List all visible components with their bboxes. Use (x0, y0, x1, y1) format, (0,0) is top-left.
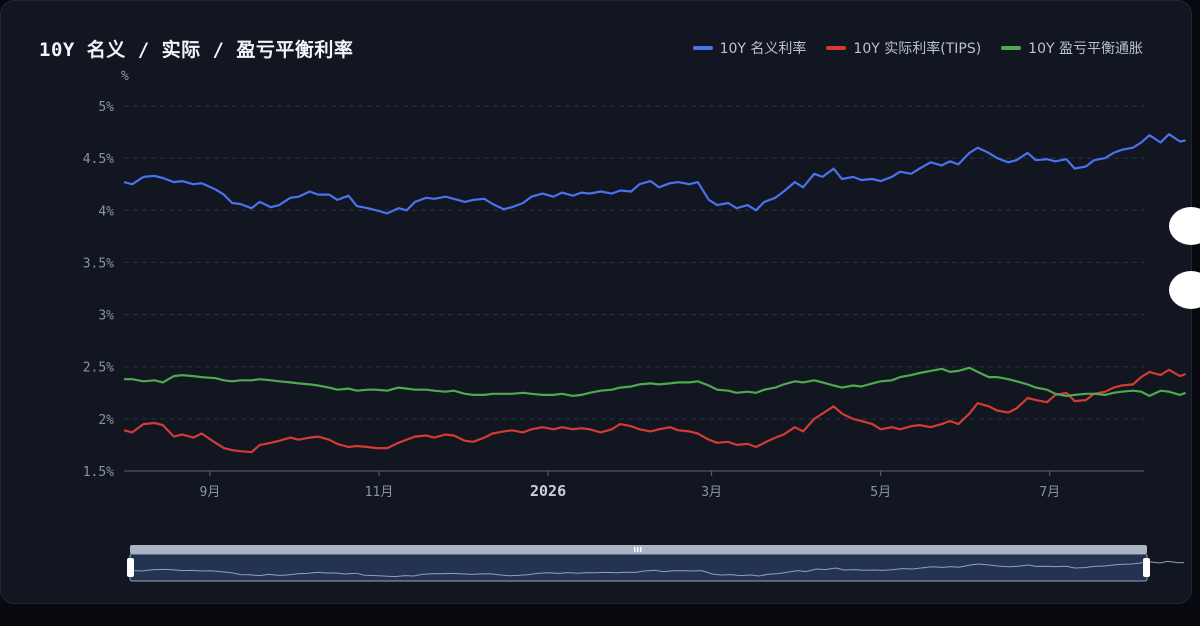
y-tick-label: 5% (98, 100, 114, 115)
y-tick-label: 4% (98, 204, 114, 219)
y-tick-label: 3.5% (83, 256, 114, 271)
y-tick-label: 2.5% (83, 361, 114, 376)
y-tick-label: 2% (98, 413, 114, 428)
series-layer (123, 133, 1186, 454)
grid-layer (124, 105, 1144, 472)
line-chart[interactable]: % 1.5% 2% 2.5% 3% 3.5% 4% 4.5% 5% 9月 11月 2026 3月 5月… (1, 1, 1191, 603)
x-tick-label: 2026 (530, 482, 566, 500)
x-tick-label: 3月 (701, 485, 722, 500)
x-axis-ticks: 9月 11月 2026 3月 5月 7月 (200, 471, 1060, 500)
chart-card: 10Y 名义 / 实际 / 盈亏平衡利率 10Y 名义利率 10Y 实际利率(T… (0, 0, 1200, 604)
slider-handle-right[interactable] (1143, 558, 1150, 577)
slider-grip-icon (634, 547, 642, 552)
slider-track (129, 553, 1148, 582)
slider-handle-left[interactable] (127, 558, 134, 577)
y-tick-label: 4.5% (83, 152, 114, 167)
y-tick-label: 1.5% (83, 465, 114, 480)
y-axis-unit-label: % (121, 69, 129, 84)
y-axis-ticks: 1.5% 2% 2.5% 3% 3.5% 4% 4.5% 5% (83, 100, 114, 480)
x-tick-label: 7月 (1039, 485, 1060, 500)
series-line-nominal-rate-line[interactable] (123, 133, 1186, 215)
range-slider[interactable] (127, 545, 1185, 582)
x-tick-label: 11月 (365, 485, 394, 500)
series-line-breakeven-line[interactable] (124, 366, 1186, 397)
x-tick-label: 5月 (870, 485, 891, 500)
y-tick-label: 3% (98, 309, 114, 324)
x-tick-label: 9月 (200, 485, 221, 500)
